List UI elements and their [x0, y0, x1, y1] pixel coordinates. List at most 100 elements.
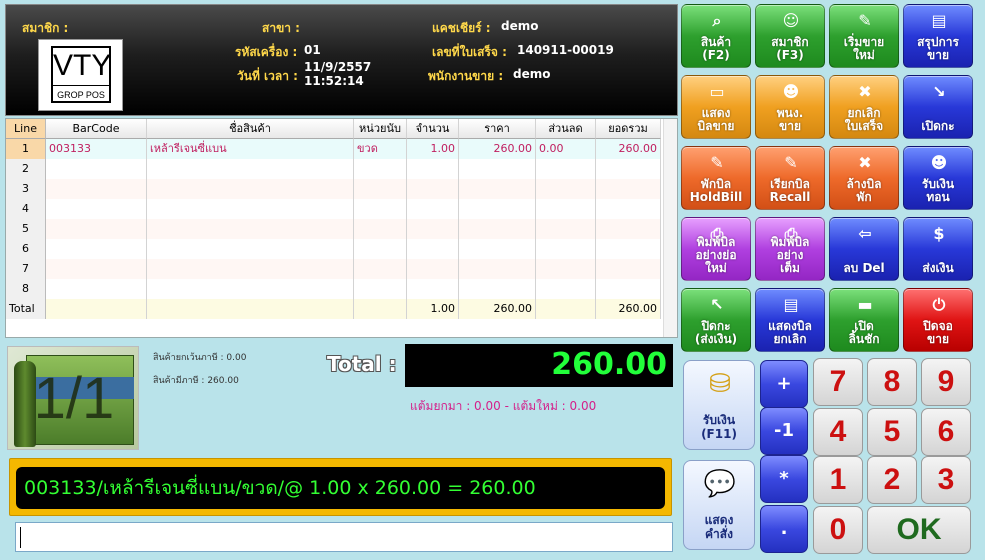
- show-command-button[interactable]: 💬 แสดง คำสั่ง: [683, 460, 755, 550]
- ok-button[interactable]: OK: [867, 506, 971, 554]
- coins-icon: ⛁: [709, 369, 731, 399]
- member-button[interactable]: ☺ สมาชิก (F3): [755, 4, 825, 68]
- machine-value: 01: [304, 43, 321, 57]
- hold-bill-button[interactable]: ✎ พักบิล HoldBill: [681, 146, 751, 210]
- table-row[interactable]: 4: [6, 199, 661, 219]
- button-label: สมาชิก (F3): [771, 35, 809, 62]
- total-amount: 260.00: [596, 299, 661, 319]
- digit-4-button[interactable]: 4: [813, 408, 863, 456]
- print-short-button[interactable]: ⎙ พิมพ์บิล อย่างย่อ ใหม่: [681, 217, 751, 281]
- button-label: แสดง บิลขาย: [697, 106, 735, 133]
- digit-8-button[interactable]: 8: [867, 358, 917, 406]
- money-bag-button[interactable]: $ ส่งเงิน: [903, 217, 973, 281]
- table-row[interactable]: 2: [6, 159, 661, 179]
- change-button[interactable]: ☻ รับเงิน ทอน: [903, 146, 973, 210]
- table-row[interactable]: 8: [6, 279, 661, 299]
- summary-icon: ▤: [931, 11, 947, 30]
- money-bag-icon: $: [933, 224, 945, 243]
- member-icon: ☺: [782, 11, 800, 30]
- table-row[interactable]: 6: [6, 239, 661, 259]
- col-discount: ส่วนลด: [536, 119, 596, 139]
- table-row[interactable]: 1 003133 เหล้ารีเจนซี่แบน ขวด 1.00 260.0…: [6, 139, 661, 159]
- button-label: ส่งเงิน: [922, 261, 954, 275]
- button-label: ปิดกะ (ส่งเงิน): [694, 319, 738, 346]
- speech-bubble-icon: 💬: [703, 469, 737, 499]
- button-label: พักบิล HoldBill: [689, 177, 743, 204]
- exempt-goods-label: สินค้ายกเว้นภาษี : 0.00: [153, 353, 247, 363]
- search-icon: ⌕: [712, 11, 722, 30]
- recall-bill-icon: ✎: [784, 153, 798, 172]
- button-label: เปิดกะ: [921, 119, 955, 133]
- total-price: 260.00: [459, 299, 536, 319]
- summary-button[interactable]: ▤ สรุปการ ขาย: [903, 4, 973, 68]
- dot-button[interactable]: .: [760, 505, 808, 553]
- cashier-label: แคชเชียร์ :: [432, 21, 491, 35]
- receipt-value: 140911-00019: [517, 43, 614, 57]
- time-value: 11:52:14: [304, 74, 364, 88]
- salesperson-label: พนักงานขาย :: [428, 69, 504, 83]
- button-label: เปิด ลิ้นชัก: [848, 319, 880, 346]
- barcode-input[interactable]: [15, 522, 673, 552]
- button-label: เริ่มขาย ใหม่: [843, 35, 885, 62]
- table-row[interactable]: 5: [6, 219, 661, 239]
- print-full-button[interactable]: ⎙ พิมพ์บิล อย่าง เต็ม: [755, 217, 825, 281]
- cancel-button[interactable]: ✖ ยกเลิก ใบเสร็จ: [829, 75, 899, 139]
- page-indicator: 1/1: [33, 366, 115, 431]
- col-product-name: ชื่อสินค้า: [147, 119, 354, 139]
- bill-icon: ▭: [709, 82, 725, 101]
- power-icon: ⏻: [932, 295, 946, 314]
- digit-0-button[interactable]: 0: [813, 506, 863, 554]
- digit-9-button[interactable]: 9: [921, 358, 971, 406]
- open-shift-button[interactable]: ↘ เปิดกะ: [903, 75, 973, 139]
- drawer-button[interactable]: ▬ เปิด ลิ้นชัก: [829, 288, 899, 352]
- scan-display-frame: 003133/เหล้ารีเจนซี่แบน/ขวด/@ 1.00 x 260…: [9, 458, 672, 516]
- delete-icon: ⇦: [858, 224, 872, 243]
- clear-bill-icon: ✖: [858, 153, 872, 172]
- button-label: ล้างบิล พัก: [846, 177, 882, 204]
- clear-bill-button[interactable]: ✖ ล้างบิล พัก: [829, 146, 899, 210]
- digit-2-button[interactable]: 2: [867, 456, 917, 504]
- scan-display: 003133/เหล้ารีเจนซี่แบน/ขวด/@ 1.00 x 260…: [16, 467, 665, 509]
- total-display: 260.00: [405, 344, 673, 387]
- receipt-label: เลขที่ใบเสร็จ :: [432, 45, 507, 59]
- receive-money-button[interactable]: ⛁ รับเงิน (F11): [683, 360, 755, 450]
- close-shift-button[interactable]: ↖ ปิดกะ (ส่งเงิน): [681, 288, 751, 352]
- header-panel: สมาชิก : VTY GROP POS สาขา : รหัสเครื่อง…: [5, 4, 678, 116]
- delete-button[interactable]: ⇦ ลบ Del: [829, 217, 899, 281]
- button-label: พิมพ์บิล อย่าง เต็ม: [770, 235, 810, 275]
- col-price: ราคา: [459, 119, 536, 139]
- minus-one-button[interactable]: -1: [760, 407, 808, 455]
- digit-7-button[interactable]: 7: [813, 358, 863, 406]
- recall-bill-button[interactable]: ✎ เรียกบิล Recall: [755, 146, 825, 210]
- col-qty: จำนวน: [407, 119, 459, 139]
- button-label: ลบ Del: [843, 261, 885, 275]
- table-row[interactable]: 7: [6, 259, 661, 279]
- staff-button[interactable]: ☻ พนง. ขาย: [755, 75, 825, 139]
- points-info: แต้มยกมา : 0.00 - แต้มใหม่ : 0.00: [410, 399, 597, 413]
- table-scrollbar[interactable]: [663, 119, 677, 337]
- digit-5-button[interactable]: 5: [867, 408, 917, 456]
- table-row[interactable]: 3: [6, 179, 661, 199]
- hold-bill-icon: ✎: [710, 153, 724, 172]
- digit-6-button[interactable]: 6: [921, 408, 971, 456]
- logo-subtext: GROP POS: [57, 90, 105, 100]
- plus-button[interactable]: +: [760, 360, 808, 408]
- multiply-button[interactable]: *: [760, 455, 808, 503]
- product-image: 1/1: [7, 346, 139, 450]
- search-button[interactable]: ⌕ สินค้า (F2): [681, 4, 751, 68]
- staff-icon: ☻: [782, 82, 800, 101]
- open-shift-icon: ↘: [932, 82, 946, 101]
- power-button[interactable]: ⏻ ปิดจอ ขาย: [903, 288, 973, 352]
- branch-label: สาขา :: [262, 21, 300, 35]
- bill-button[interactable]: ▭ แสดง บิลขาย: [681, 75, 751, 139]
- sales-table[interactable]: Line BarCode ชื่อสินค้า หน่วยนับ จำนวน ร…: [5, 118, 678, 338]
- digit-1-button[interactable]: 1: [813, 456, 863, 504]
- col-total: ยอดรวม: [596, 119, 661, 139]
- company-logo: VTY GROP POS: [38, 39, 123, 111]
- cancelled-bill-button[interactable]: ▤ แสดงบิล ยกเลิก: [755, 288, 825, 352]
- new-sale-button[interactable]: ✎ เริ่มขาย ใหม่: [829, 4, 899, 68]
- button-label: พิมพ์บิล อย่างย่อ ใหม่: [695, 235, 737, 275]
- button-label: พนง. ขาย: [776, 106, 804, 133]
- button-label: สินค้า (F2): [700, 35, 732, 62]
- digit-3-button[interactable]: 3: [921, 456, 971, 504]
